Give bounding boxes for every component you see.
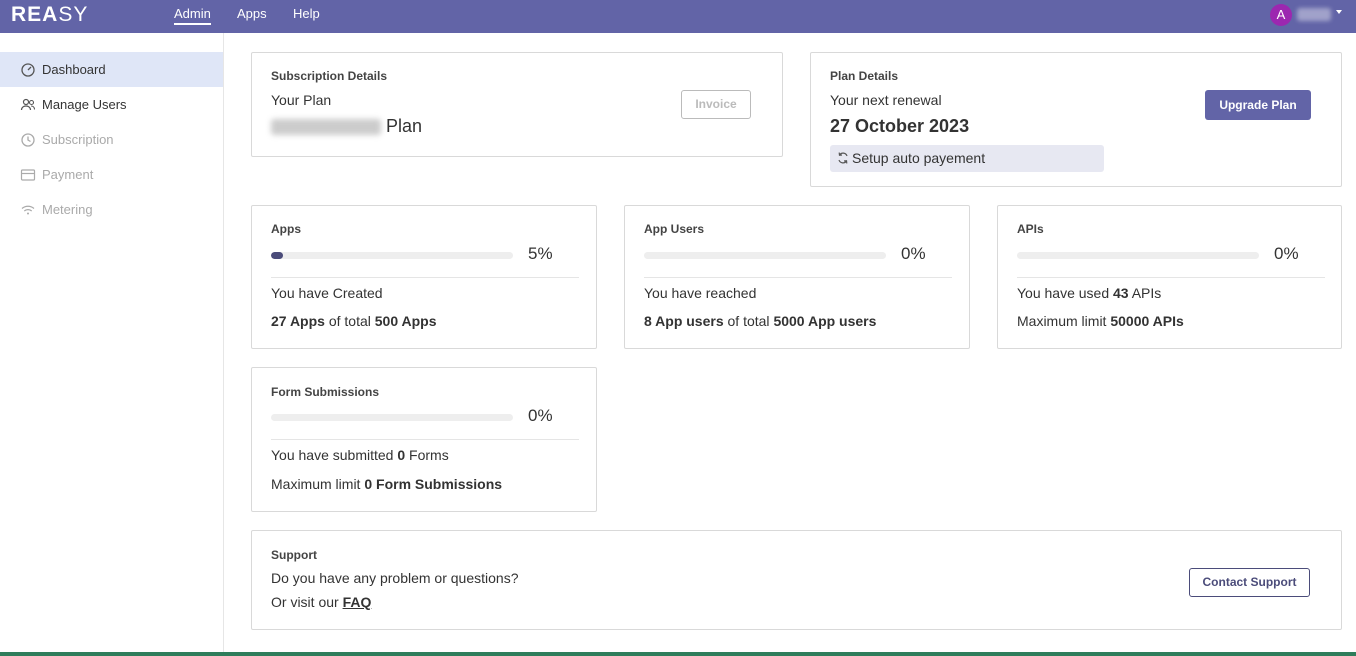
sidebar-item-label: Dashboard: [42, 62, 106, 77]
your-plan-label: Your Plan: [271, 92, 332, 108]
plan-name-redacted: [271, 119, 381, 136]
apis-line2: Maximum limit 50000 APIs: [1017, 313, 1184, 329]
apps-usage-card: Apps 5% You have Created 27 Apps of tota…: [251, 205, 597, 349]
sidebar: Dashboard Manage Users Subscription Paym…: [0, 33, 224, 656]
invoice-button[interactable]: Invoice: [681, 90, 751, 119]
nav-help[interactable]: Help: [293, 6, 320, 21]
apps-percent: 5%: [528, 244, 553, 263]
faq-line: Or visit our FAQ: [271, 594, 372, 610]
apps-line2: 27 Apps of total 500 Apps: [271, 313, 437, 329]
divider: [271, 439, 579, 440]
apis-percent: 0%: [1274, 244, 1299, 263]
sidebar-item-metering[interactable]: Metering: [0, 192, 223, 227]
app-users-progress-bar: [644, 252, 886, 259]
app-users-line1: You have reached: [644, 285, 757, 301]
sidebar-item-label: Manage Users: [42, 97, 127, 112]
forms-progress-bar: [271, 414, 513, 421]
top-navigation-bar: REASY Admin Apps Help A: [0, 0, 1356, 33]
support-card: Support Do you have any problem or quest…: [251, 530, 1342, 630]
sidebar-item-label: Subscription: [42, 132, 114, 147]
auto-payment-label: Setup auto payement: [852, 150, 986, 166]
setup-auto-payment-button[interactable]: Setup auto payement: [830, 145, 1104, 172]
app-users-usage-card: App Users 0% You have reached 8 App user…: [624, 205, 970, 349]
card-title: Support: [271, 548, 317, 562]
divider: [644, 277, 952, 278]
plan-name: Plan: [271, 116, 422, 137]
nav-admin[interactable]: Admin: [174, 6, 211, 25]
nav-apps[interactable]: Apps: [237, 6, 267, 21]
apps-line1: You have Created: [271, 285, 383, 301]
sidebar-item-subscription[interactable]: Subscription: [0, 122, 223, 157]
apps-progress-fill: [271, 252, 284, 259]
chevron-down-icon[interactable]: [1336, 10, 1342, 14]
forms-percent: 0%: [528, 406, 553, 425]
forms-line2: Maximum limit 0 Form Submissions: [271, 476, 503, 492]
card-title: Plan Details: [830, 69, 899, 83]
card-title: Subscription Details: [271, 69, 388, 83]
card-title: App Users: [644, 222, 705, 236]
user-avatar[interactable]: A: [1270, 4, 1292, 26]
card-title: Apps: [271, 222, 301, 236]
form-submissions-usage-card: Form Submissions 0% You have submitted 0…: [251, 367, 597, 512]
support-question: Do you have any problem or questions?: [271, 570, 519, 586]
window-bottom-edge: [0, 652, 1356, 656]
card-title: APIs: [1017, 222, 1044, 236]
apis-progress-bar: [1017, 252, 1259, 259]
divider: [1017, 277, 1325, 278]
card-icon: [20, 169, 36, 181]
app-users-percent: 0%: [901, 244, 926, 263]
renewal-date: 27 October 2023: [830, 116, 970, 136]
sidebar-item-manage-users[interactable]: Manage Users: [0, 87, 223, 122]
card-title: Form Submissions: [271, 385, 380, 399]
subscription-details-card: Subscription Details Your Plan Plan Invo…: [251, 52, 783, 157]
users-icon: [20, 98, 36, 111]
divider: [271, 277, 579, 278]
history-icon: [21, 133, 35, 147]
sidebar-item-label: Metering: [42, 202, 93, 217]
forms-line1: You have submitted 0 Forms: [271, 447, 449, 463]
user-name-redacted[interactable]: [1297, 8, 1331, 21]
sidebar-item-label: Payment: [42, 167, 94, 182]
contact-support-button[interactable]: Contact Support: [1189, 568, 1310, 597]
apis-usage-card: APIs 0% You have used 43 APIs Maximum li…: [997, 205, 1342, 349]
plan-details-card: Plan Details Your next renewal 27 Octobe…: [810, 52, 1342, 187]
faq-link[interactable]: FAQ: [343, 594, 372, 610]
sidebar-item-payment[interactable]: Payment: [0, 157, 223, 192]
reasy-logo[interactable]: REASY: [11, 3, 88, 27]
upgrade-plan-button[interactable]: Upgrade Plan: [1205, 90, 1311, 120]
sidebar-item-dashboard[interactable]: Dashboard: [0, 52, 223, 87]
refresh-icon: [838, 152, 848, 164]
wifi-icon: [21, 205, 35, 215]
apis-line1: You have used 43 APIs: [1017, 285, 1162, 301]
dashboard-icon: [21, 63, 35, 77]
apps-progress-bar: [271, 252, 513, 259]
app-users-line2: 8 App users of total 5000 App users: [644, 313, 877, 329]
next-renewal-label: Your next renewal: [830, 92, 942, 108]
